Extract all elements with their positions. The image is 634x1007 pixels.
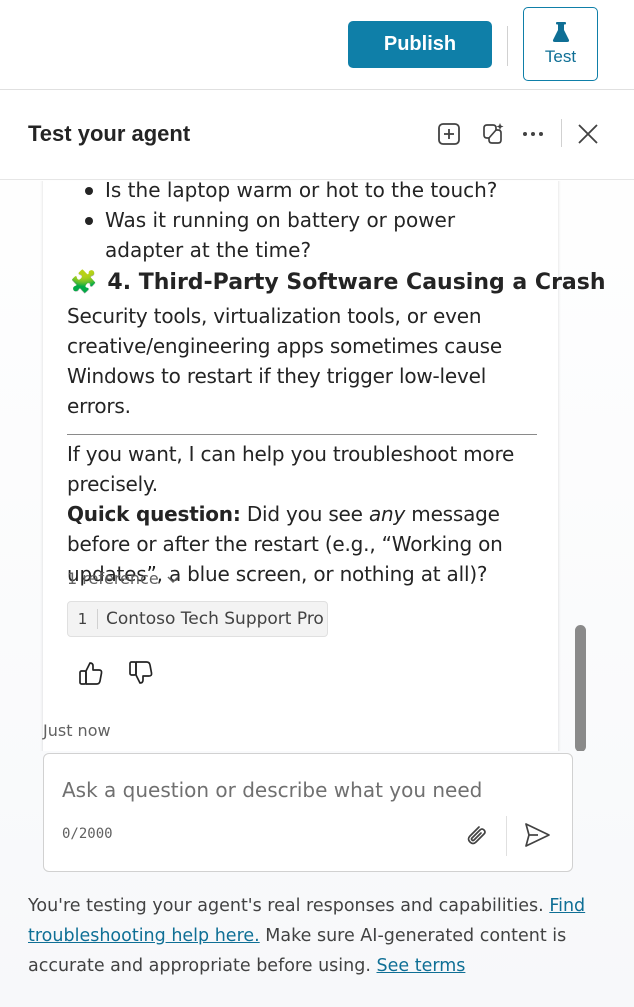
publish-button[interactable]: Publish [348, 21, 492, 68]
copilot-icon[interactable] [479, 121, 505, 147]
divider [67, 434, 537, 435]
references-toggle-label: 1 reference [67, 569, 159, 588]
chat-input-box: 0/2000 [43, 753, 573, 872]
toolbar-divider [507, 26, 508, 66]
quick-question-label: Quick question: [67, 502, 241, 526]
thumbs-down-icon[interactable] [127, 659, 155, 687]
top-bar: Publish Test [0, 0, 634, 90]
attach-icon[interactable] [462, 821, 490, 849]
panel-title: Test your agent [28, 121, 191, 146]
send-icon[interactable] [522, 820, 552, 850]
scrollbar-thumb[interactable] [575, 625, 586, 751]
character-count: 0/2000 [62, 826, 113, 842]
section-paragraph: Security tools, virtualization tools, or… [67, 304, 502, 418]
reference-chip[interactable]: 1 Contoso Tech Support Pro [67, 601, 328, 637]
chevron-down-icon [167, 575, 179, 583]
disclaimer: You're testing your agent's real respons… [28, 891, 608, 981]
references-toggle[interactable]: 1 reference [67, 569, 181, 588]
thumbs-up-icon[interactable] [77, 659, 105, 687]
reference-name: Contoso Tech Support Pro [106, 609, 324, 629]
chat-input[interactable] [62, 774, 542, 806]
test-agent-panel: Test your agent Is the laptop warm or ho… [0, 91, 634, 1007]
message-content: Is the laptop warm or hot to the touch? … [67, 181, 606, 589]
section-heading: 🧩 4. Third-Party Software Causing a Cras… [70, 265, 606, 301]
question-emphasis: any [368, 502, 406, 526]
more-icon[interactable] [520, 121, 546, 147]
reference-number: 1 [68, 609, 98, 629]
section-heading-text: 4. Third-Party Software Causing a Crash [107, 270, 606, 295]
question-text-1: Did you see [246, 502, 363, 526]
list-item: Is the laptop warm or hot to the touch? [85, 181, 537, 205]
chat-area[interactable]: Is the laptop warm or hot to the touch? … [0, 181, 634, 751]
panel-header: Test your agent [0, 91, 634, 180]
disclaimer-text-1: You're testing your agent's real respons… [28, 896, 544, 916]
test-button-label: Test [544, 47, 577, 66]
close-icon[interactable] [575, 121, 601, 147]
offer-text: If you want, I can help you troubleshoot… [67, 442, 515, 496]
new-chat-icon[interactable] [436, 121, 462, 147]
flask-icon [552, 22, 569, 42]
test-button[interactable]: Test [523, 7, 598, 81]
bullet-list: Is the laptop warm or hot to the touch? … [85, 181, 537, 265]
see-terms-link[interactable]: See terms [377, 956, 466, 976]
input-divider [506, 816, 507, 856]
puzzle-icon: 🧩 [70, 270, 98, 295]
header-divider [561, 119, 562, 147]
message-timestamp: Just now [43, 721, 111, 740]
list-item: Was it running on battery or power adapt… [85, 205, 537, 265]
